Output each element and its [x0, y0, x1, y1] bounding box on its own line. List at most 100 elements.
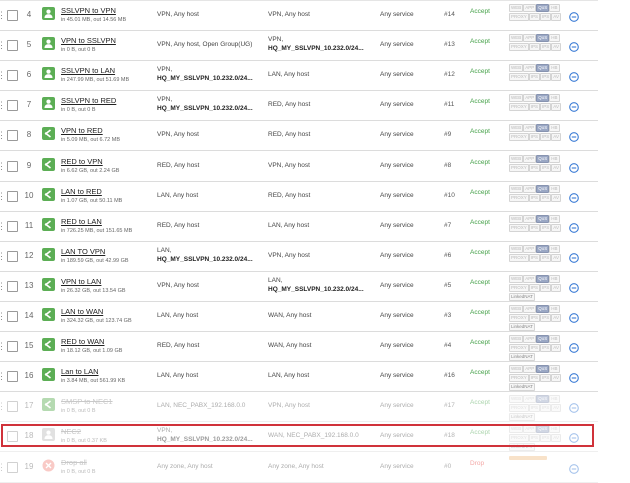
rule-name-link[interactable]: VPN to RED [61, 126, 103, 135]
src-cell-network: HQ_MY_SSLVPN_10.232.0/24... [157, 105, 253, 113]
row-checkbox[interactable] [7, 70, 18, 82]
rule-name-link[interactable]: SSLVPN to VPN [61, 6, 116, 15]
rule-position: 9 [26, 160, 32, 170]
feature-tag: PROXY [509, 344, 529, 353]
feature-tag: HB [549, 395, 560, 404]
rule-name-link[interactable]: SSLVPN to RED [61, 96, 116, 105]
table-row[interactable]: ⋮ 5 VPN to SSLVPN in 0 B, out 0 B VPN, Any h… [0, 30, 598, 62]
rule-name-link[interactable]: VPN to LAN [61, 277, 101, 286]
feature-tag: AV [551, 43, 561, 52]
row-checkbox[interactable] [7, 311, 18, 322]
rule-position: 10 [24, 190, 34, 200]
rule-menu-icon[interactable] [569, 340, 579, 353]
rule-menu-icon[interactable] [569, 280, 579, 293]
table-row[interactable]: ⋮ 15 RED to WAN in 18.12 GB, out 1.09 GB RED… [0, 331, 598, 363]
rule-name-link[interactable]: SMSP to NEC1 [61, 397, 113, 406]
drag-handle-icon[interactable]: ⋮ [0, 30, 6, 60]
policy-id: #14 [444, 11, 455, 18]
drag-handle-icon[interactable]: ⋮ [0, 181, 6, 211]
network-rule-icon [42, 277, 55, 291]
drag-handle-icon[interactable]: ⋮ [0, 60, 6, 90]
table-row[interactable]: ⋮ 9 RED to VPN in 6.62 GB, out 2.24 GB RED, … [0, 151, 598, 182]
drag-handle-icon[interactable]: ⋮ [0, 271, 6, 301]
rule-name-link[interactable]: Lan to LAN [61, 367, 99, 376]
src-cell: LAN, Any host [157, 191, 199, 199]
drag-handle-icon[interactable]: ⋮ [0, 391, 6, 421]
dst-cell: RED, Any host [268, 101, 311, 109]
service-cell: Any service [380, 101, 414, 109]
table-row[interactable]: ⋮ 6 SSLVPN to LAN in 247.99 MB, out 51.69 M… [0, 60, 598, 92]
rule-name-link[interactable]: RED to VPN [61, 157, 103, 166]
row-checkbox[interactable] [7, 10, 18, 21]
row-checkbox[interactable] [7, 371, 18, 383]
drag-handle-icon[interactable]: ⋮ [0, 331, 6, 361]
rule-name-link[interactable]: LAN to WAN [61, 307, 103, 316]
rule-name-link[interactable]: LAN TO VPN [61, 247, 105, 256]
feature-tag: AV [551, 103, 561, 112]
rule-menu-icon[interactable] [569, 370, 579, 384]
rule-menu-icon[interactable] [569, 220, 579, 233]
feature-tag: HB [549, 154, 560, 163]
rule-name-link[interactable]: Drop all [61, 458, 87, 467]
drag-handle-icon[interactable]: ⋮ [0, 361, 6, 391]
table-row[interactable]: ⋮ 10 LAN to RED in 1.07 GB, out 50.11 MB LAN… [0, 181, 598, 212]
dst-cell: LAN, Any host [268, 71, 310, 79]
row-checkbox[interactable] [7, 100, 18, 112]
rule-menu-icon[interactable] [569, 9, 579, 22]
rule-position: 11 [24, 220, 34, 230]
table-row[interactable]: ⋮ 7 SSLVPN to RED in 0 B, out 0 B VPN, HQ_MY_… [0, 90, 598, 122]
rule-menu-icon[interactable] [569, 69, 579, 83]
drag-handle-icon[interactable]: ⋮ [0, 120, 6, 150]
rule-menu-icon[interactable] [569, 250, 579, 263]
rule-menu-icon[interactable] [569, 461, 579, 474]
row-checkbox[interactable] [7, 40, 18, 52]
table-row[interactable]: ⋮ 16 Lan to LAN in 3.84 MB, out 561.99 KB LA… [0, 361, 598, 393]
row-checkbox[interactable] [7, 160, 18, 172]
row-checkbox[interactable] [7, 401, 18, 413]
feature-tag: IPS [528, 133, 541, 142]
table-row[interactable]: ⋮ 12 LAN TO VPN in 189.59 GB, out 42.99 GB L… [0, 241, 598, 272]
service-cell: Any service [380, 191, 414, 199]
rule-name-link[interactable]: RED to WAN [61, 337, 104, 346]
drag-handle-icon[interactable]: ⋮ [0, 211, 6, 241]
user-rule-icon [42, 97, 55, 111]
table-row[interactable]: ⋮ 14 LAN to WAN in 324.32 GB, out 123.74 GB… [0, 301, 598, 332]
table-row[interactable]: ⋮ 11 RED to LAN in 726.25 MB, out 151.65 MB… [0, 211, 598, 242]
drag-handle-icon[interactable]: ⋮ [0, 151, 6, 181]
rule-menu-icon[interactable] [569, 310, 579, 323]
feature-tag: IPS [528, 374, 541, 383]
rule-menu-icon[interactable] [569, 190, 579, 203]
table-row[interactable]: ⋮ 19 Drop all in 0 B, out 0 B Any zone, Any … [0, 452, 598, 483]
rule-name-link[interactable]: VPN to SSLVPN [61, 36, 116, 45]
table-row[interactable]: ⋮ 8 VPN to RED in 5.09 MB, out 6.72 MB VPN, … [0, 120, 598, 152]
row-checkbox[interactable] [7, 341, 18, 353]
dst-cell: WAN, Any host [268, 312, 312, 319]
row-checkbox[interactable] [7, 190, 18, 202]
row-checkbox[interactable] [7, 130, 18, 142]
src-cell: VPN, Any host [157, 11, 199, 18]
row-checkbox[interactable] [7, 280, 18, 292]
rule-menu-icon[interactable] [569, 99, 579, 113]
dst-cell-zone: LAN, [268, 276, 283, 284]
row-checkbox[interactable] [7, 250, 18, 262]
rule-menu-icon[interactable] [569, 400, 579, 414]
table-row[interactable]: ⋮ 4 SSLVPN to VPN in 45.01 MB, out 14.56 MB… [0, 0, 598, 31]
rule-menu-icon[interactable] [569, 39, 579, 52]
table-row[interactable]: ⋮ 13 VPN to LAN in 26.32 GB, out 13.54 GB VP… [0, 271, 598, 302]
network-rule-icon [42, 217, 55, 231]
rule-name-link[interactable]: RED to LAN [61, 217, 102, 226]
drag-handle-icon[interactable]: ⋮ [0, 452, 6, 482]
table-row[interactable]: ⋮ 17 SMSP to NEC1 in 0 B, out 0 B LAN, NEC_P… [0, 391, 598, 423]
feature-tag: IPS [540, 283, 552, 292]
row-checkbox[interactable] [7, 220, 18, 232]
rule-menu-icon[interactable] [569, 129, 579, 143]
drag-handle-icon[interactable]: ⋮ [0, 241, 6, 271]
drag-handle-icon[interactable]: ⋮ [0, 301, 6, 331]
row-checkbox[interactable] [7, 461, 18, 473]
rule-name-link[interactable]: SSLVPN to LAN [61, 66, 115, 75]
rule-menu-icon[interactable] [569, 160, 579, 173]
drag-handle-icon[interactable]: ⋮ [0, 0, 6, 30]
feature-tag: HB [549, 244, 560, 253]
rule-name-link[interactable]: LAN to RED [61, 187, 102, 196]
drag-handle-icon[interactable]: ⋮ [0, 90, 6, 120]
